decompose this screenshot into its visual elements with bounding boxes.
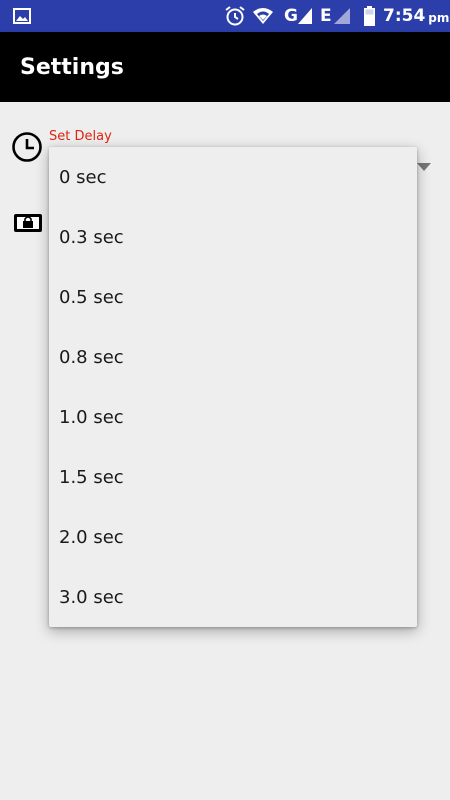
dropdown-option[interactable]: 0 sec — [49, 147, 417, 207]
lock-icon — [13, 212, 43, 234]
alarm-icon — [224, 0, 246, 32]
wifi-icon — [252, 0, 274, 32]
status-clock: 7:54 pm — [383, 0, 449, 32]
status-time-suffix: pm — [428, 10, 450, 25]
dropdown-option[interactable]: 0.3 sec — [49, 207, 417, 267]
dropdown-option[interactable]: 2.0 sec — [49, 507, 417, 567]
dropdown-option[interactable]: 3.0 sec — [49, 567, 417, 627]
image-icon — [13, 0, 31, 32]
status-time: 7:54 — [383, 6, 426, 26]
delay-dropdown-menu: 0 sec 0.3 sec 0.5 sec 0.8 sec 1.0 sec 1.… — [49, 147, 417, 627]
battery-icon — [364, 0, 375, 32]
network-type-indicator: G — [284, 0, 298, 32]
status-bar: G E 7:54 pm — [0, 0, 450, 32]
dropdown-option[interactable]: 0.8 sec — [49, 327, 417, 387]
dropdown-arrow-icon[interactable] — [417, 156, 431, 171]
network-letter-2: E — [320, 6, 332, 26]
set-delay-label: Set Delay — [49, 129, 112, 144]
network-letter-1: G — [284, 6, 298, 26]
network-type-indicator-2: E — [320, 0, 332, 32]
page-title: Settings — [20, 55, 124, 80]
dropdown-option[interactable]: 0.5 sec — [49, 267, 417, 327]
signal-icon — [298, 0, 312, 32]
signal-icon-2 — [334, 0, 350, 32]
clock-icon — [11, 131, 43, 163]
dropdown-option[interactable]: 1.0 sec — [49, 387, 417, 447]
dropdown-option[interactable]: 1.5 sec — [49, 447, 417, 507]
app-bar: Settings — [0, 32, 450, 102]
